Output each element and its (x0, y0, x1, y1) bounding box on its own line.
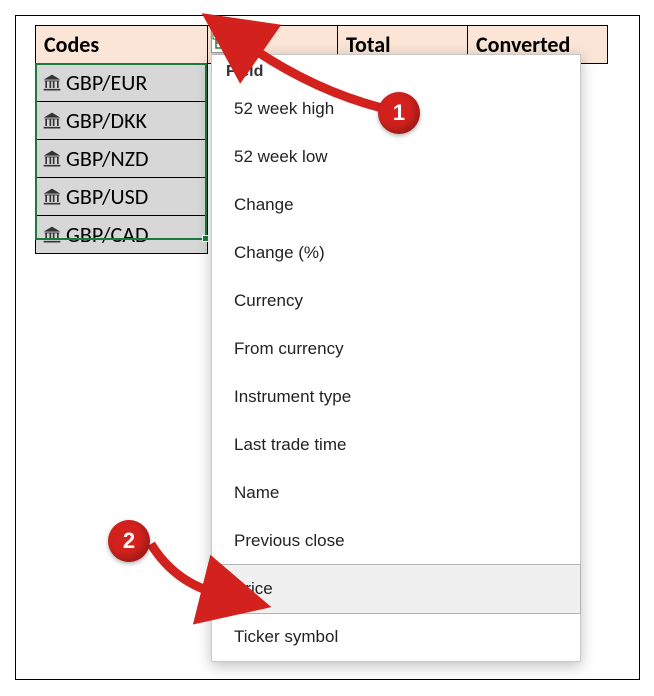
dropdown-item[interactable]: Instrument type (212, 373, 580, 421)
insert-data-button[interactable] (211, 27, 237, 53)
cell-code[interactable]: GBP/DKK (36, 102, 208, 140)
cell-code[interactable]: GBP/EUR (36, 64, 208, 102)
dropdown-item[interactable]: Previous close (212, 517, 580, 565)
dropdown-item[interactable]: Change (%) (212, 229, 580, 277)
code-text: GBP/DKK (66, 107, 147, 134)
dropdown-item[interactable]: 52 week low (212, 133, 580, 181)
dropdown-item[interactable]: Name (212, 469, 580, 517)
cell-code[interactable]: GBP/NZD (36, 140, 208, 178)
callout-1: 1 (378, 92, 420, 134)
code-text: GBP/CAD (66, 221, 149, 248)
cell-code[interactable]: GBP/CAD (36, 216, 208, 254)
dropdown-item[interactable]: From currency (212, 325, 580, 373)
dropdown-item[interactable]: Last trade time (212, 421, 580, 469)
dropdown-header: Field (212, 55, 580, 85)
dropdown-item[interactable]: Ticker symbol (212, 613, 580, 661)
code-text: GBP/USD (66, 183, 148, 210)
dropdown-item[interactable]: Currency (212, 277, 580, 325)
field-dropdown: Field 52 week high52 week lowChangeChang… (211, 54, 581, 662)
dropdown-item[interactable]: Price (211, 564, 581, 614)
bank-icon (42, 73, 62, 93)
bank-icon (42, 225, 62, 245)
bank-icon (42, 187, 62, 207)
bank-icon (42, 111, 62, 131)
cell-code[interactable]: GBP/USD (36, 178, 208, 216)
header-codes[interactable]: Codes (36, 26, 208, 64)
dropdown-item[interactable]: Change (212, 181, 580, 229)
code-text: GBP/EUR (66, 69, 147, 96)
bank-icon (42, 149, 62, 169)
callout-2: 2 (108, 520, 150, 562)
code-text: GBP/NZD (66, 145, 149, 172)
